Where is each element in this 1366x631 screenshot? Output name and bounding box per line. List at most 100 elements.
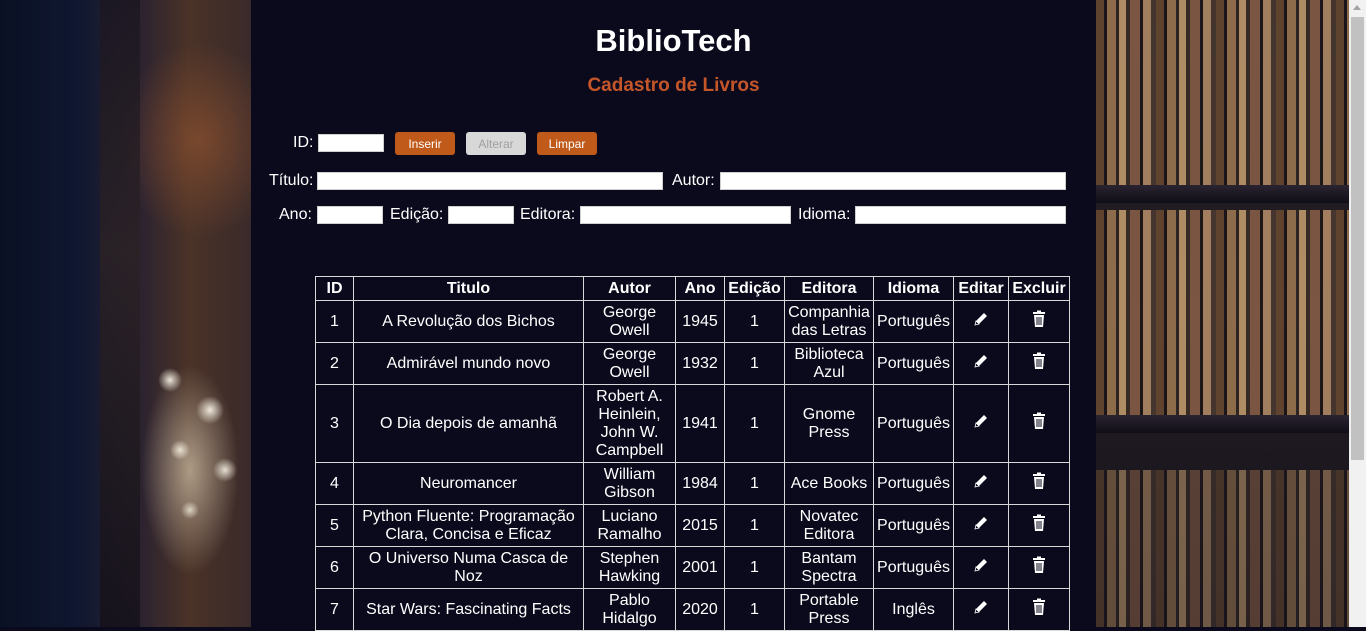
cell-publisher: Gnome Press [784, 384, 874, 463]
cell-publisher: Companhia das Letras [784, 300, 874, 343]
delete-cell[interactable] [1008, 384, 1070, 463]
pencil-icon[interactable] [972, 352, 990, 375]
col-header-edition: Edição [724, 276, 785, 301]
edit-cell[interactable] [953, 504, 1009, 547]
col-header-delete: Excluir [1008, 276, 1070, 301]
language-input[interactable] [855, 206, 1066, 224]
cell-language: Português [873, 462, 954, 505]
author-label: Autor: [672, 172, 715, 189]
col-header-publisher: Editora [784, 276, 874, 301]
edit-cell[interactable] [953, 384, 1009, 463]
trash-icon[interactable] [1031, 472, 1047, 495]
table-row: 6O Universo Numa Casca de Noz Stephen Haw… [315, 546, 1070, 589]
table-row: 2 Admirável mundo novo George Owell 1932 1 Bi… [315, 342, 1070, 385]
cell-year: 1984 [675, 462, 725, 505]
cell-language: Português [873, 300, 954, 343]
cell-title: Python Fluente: Programação Clara, Conci… [353, 504, 584, 547]
title-input[interactable] [317, 172, 663, 190]
cell-publisher: Bantam Spectra [784, 546, 874, 589]
cell-id: 2 [315, 342, 354, 385]
table-header-row: ID Titulo Autor Ano Edição Editora Idiom… [315, 276, 1070, 301]
cell-year: 2020 [675, 588, 725, 631]
trash-icon[interactable] [1031, 310, 1047, 333]
author-input[interactable] [720, 172, 1066, 190]
cell-edition: 1 [724, 384, 785, 463]
cell-author: George Owell [583, 342, 676, 385]
background-shelf-plank [1096, 415, 1349, 433]
delete-cell[interactable] [1008, 462, 1070, 505]
pencil-icon[interactable] [972, 514, 990, 537]
cell-author: Luciano Ramalho [583, 504, 676, 547]
title-label: Título: [269, 172, 314, 189]
cell-id: 5 [315, 504, 354, 547]
cell-author: William Gibson [583, 462, 676, 505]
trash-icon[interactable] [1031, 598, 1047, 621]
background-photo-left [0, 0, 251, 627]
pencil-icon[interactable] [972, 472, 990, 495]
background-photo-right [1096, 0, 1349, 627]
delete-cell[interactable] [1008, 504, 1070, 547]
col-header-id: ID [315, 276, 354, 301]
publisher-label: Editora: [520, 206, 576, 223]
publisher-input[interactable] [580, 206, 791, 224]
vertical-scrollbar[interactable] [1349, 0, 1366, 627]
col-header-title: Titulo [353, 276, 584, 301]
cell-edition: 1 [724, 462, 785, 505]
table-row: 3O Dia depois de amanhã Robert A. Heinlei… [315, 384, 1070, 463]
main-panel: BiblioTech Cadastro de Livros ID: Inseri… [251, 0, 1096, 631]
cell-publisher: Biblioteca Azul [784, 342, 874, 385]
edit-cell[interactable] [953, 342, 1009, 385]
edition-input[interactable] [448, 206, 514, 224]
cell-title: O Dia depois de amanhã [353, 384, 584, 463]
pencil-icon[interactable] [972, 412, 990, 435]
trash-icon[interactable] [1031, 514, 1047, 537]
scrollbar-thumb[interactable] [1351, 17, 1364, 460]
page-subtitle: Cadastro de Livros [587, 75, 760, 96]
clear-button[interactable]: Limpar [537, 132, 597, 155]
cell-author: Stephen Hawking [583, 546, 676, 589]
id-input[interactable] [318, 134, 384, 152]
cell-title: O Universo Numa Casca de Noz [353, 546, 584, 589]
trash-icon[interactable] [1031, 412, 1047, 435]
edit-cell[interactable] [953, 546, 1009, 589]
cell-id: 3 [315, 384, 354, 463]
edit-cell[interactable] [953, 588, 1009, 631]
table-row: 4 Neuromancer William Gibson 1984 1 Ace Books… [315, 462, 1070, 505]
alter-button[interactable]: Alterar [466, 132, 526, 155]
pencil-icon[interactable] [972, 310, 990, 333]
table-row: 7 Star Wars: Fascinating Facts Pablo Hidal… [315, 588, 1070, 631]
table-row: 5 Python Fluente: Programação Clara, Conc… [315, 504, 1070, 547]
cell-year: 1941 [675, 384, 725, 463]
trash-icon[interactable] [1031, 556, 1047, 579]
delete-cell[interactable] [1008, 546, 1070, 589]
background-shelf-plank [1096, 185, 1349, 203]
background-books-row [1096, 0, 1349, 185]
cell-publisher: Ace Books [784, 462, 874, 505]
cell-id: 6 [315, 546, 354, 589]
cell-title: A Revolução dos Bichos [353, 300, 584, 343]
delete-cell[interactable] [1008, 300, 1070, 343]
col-header-language: Idioma [873, 276, 954, 301]
edit-cell[interactable] [953, 462, 1009, 505]
year-label: Ano: [279, 206, 312, 223]
delete-cell[interactable] [1008, 588, 1070, 631]
edition-label: Edição: [390, 206, 444, 223]
col-header-year: Ano [675, 276, 725, 301]
delete-cell[interactable] [1008, 342, 1070, 385]
cell-title: Star Wars: Fascinating Facts [353, 588, 584, 631]
year-input[interactable] [317, 206, 383, 224]
insert-button[interactable]: Inserir [395, 132, 455, 155]
scroll-up-arrow-icon[interactable] [1353, 5, 1361, 10]
cell-author: Pablo Hidalgo [583, 588, 676, 631]
cell-language: Português [873, 504, 954, 547]
edit-cell[interactable] [953, 300, 1009, 343]
cell-year: 1945 [675, 300, 725, 343]
pencil-icon[interactable] [972, 556, 990, 579]
col-header-edit: Editar [953, 276, 1009, 301]
pencil-icon[interactable] [972, 598, 990, 621]
background-lights [140, 340, 250, 570]
cell-author: George Owell [583, 300, 676, 343]
trash-icon[interactable] [1031, 352, 1047, 375]
cell-publisher: Portable Press [784, 588, 874, 631]
cell-year: 2015 [675, 504, 725, 547]
